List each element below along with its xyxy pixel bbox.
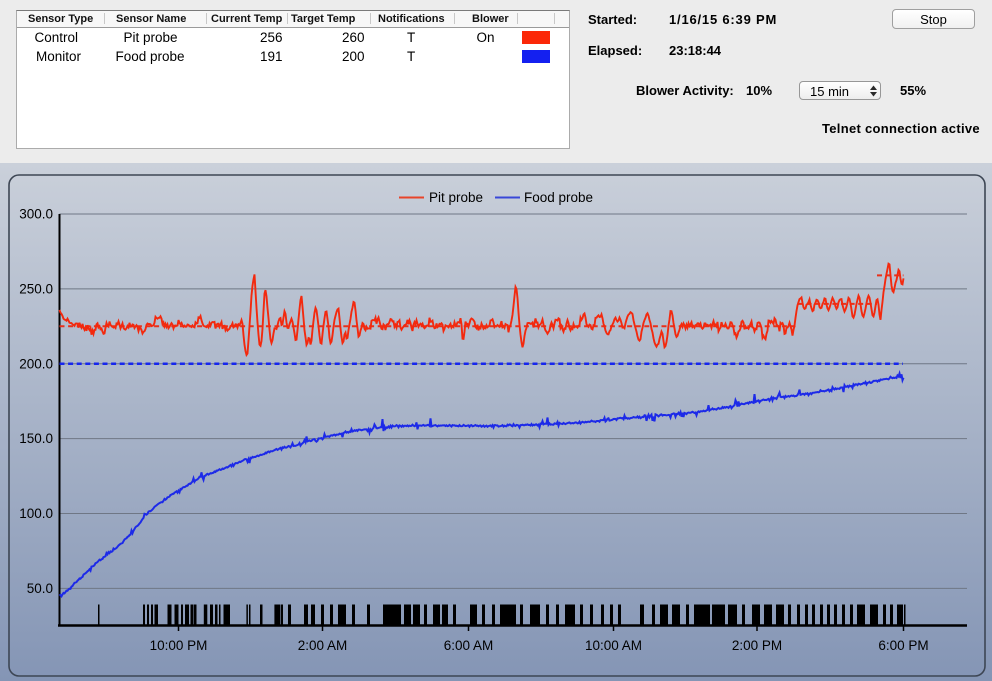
svg-text:50.0: 50.0 xyxy=(27,581,53,596)
svg-text:2:00 AM: 2:00 AM xyxy=(298,638,348,653)
svg-text:6:00 PM: 6:00 PM xyxy=(878,638,928,653)
svg-text:6:00 AM: 6:00 AM xyxy=(444,638,494,653)
svg-text:10:00 PM: 10:00 PM xyxy=(150,638,208,653)
svg-text:2:00 PM: 2:00 PM xyxy=(732,638,782,653)
svg-text:Pit probe: Pit probe xyxy=(429,190,483,205)
svg-text:100.0: 100.0 xyxy=(19,506,53,521)
svg-text:300.0: 300.0 xyxy=(19,207,53,222)
svg-text:250.0: 250.0 xyxy=(19,281,53,296)
svg-text:150.0: 150.0 xyxy=(19,431,53,446)
svg-text:10:00 AM: 10:00 AM xyxy=(585,638,642,653)
svg-text:200.0: 200.0 xyxy=(19,356,53,371)
svg-text:Food probe: Food probe xyxy=(524,190,593,205)
